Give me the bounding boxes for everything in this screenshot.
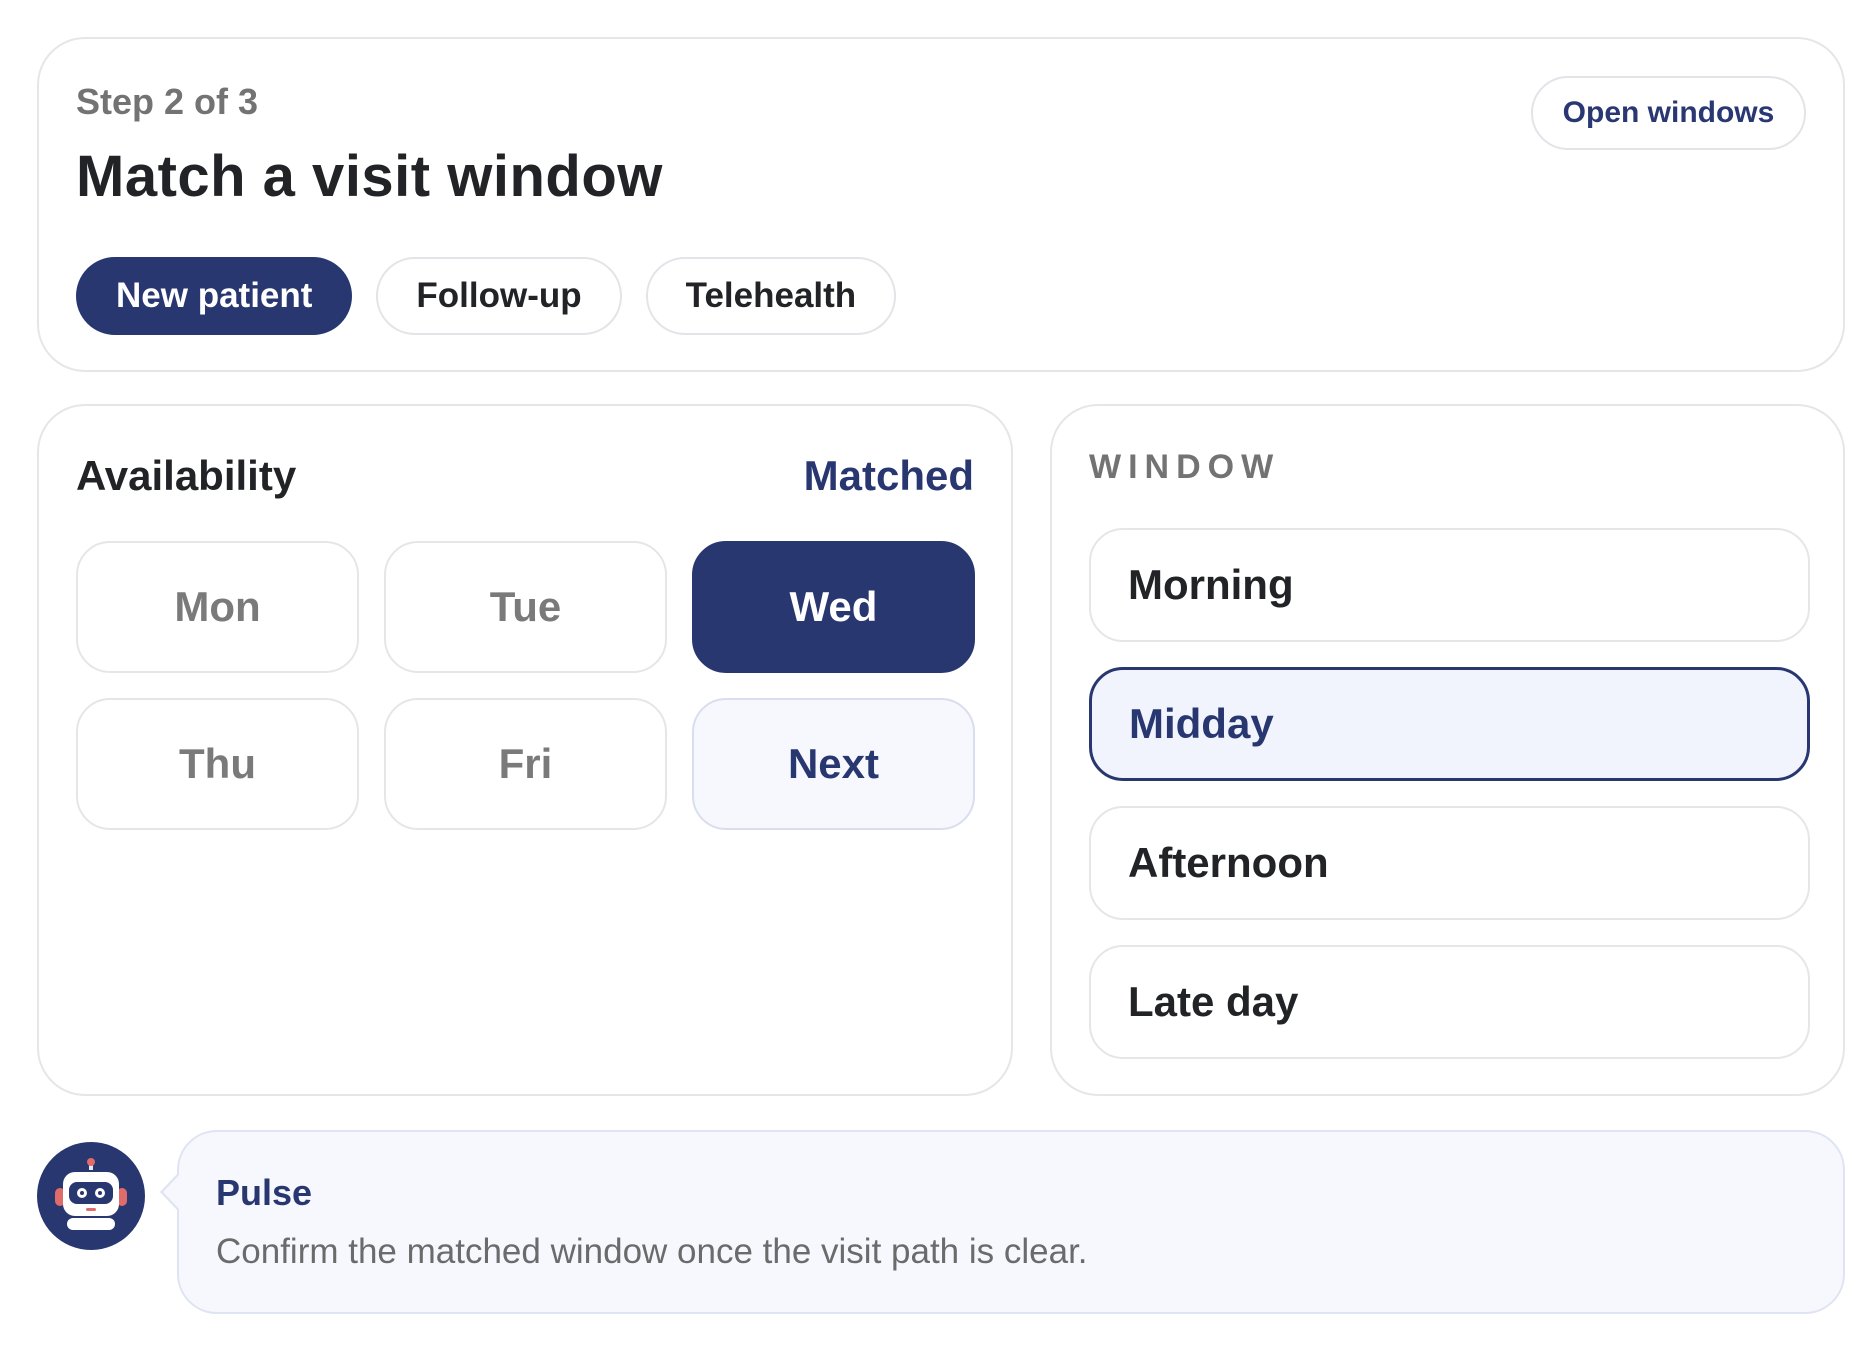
day-mon[interactable]: Mon <box>76 541 359 673</box>
day-tue[interactable]: Tue <box>384 541 667 673</box>
assistant-avatar <box>37 1142 145 1250</box>
visit-type-follow-up[interactable]: Follow-up <box>376 257 622 335</box>
day-next-button[interactable]: Next <box>692 698 975 830</box>
visit-type-new-patient[interactable]: New patient <box>76 257 353 335</box>
visit-type-telehealth[interactable]: Telehealth <box>645 257 897 335</box>
day-thu[interactable]: Thu <box>76 698 359 830</box>
window-list: Morning Midday Afternoon Late day <box>1089 528 1810 1059</box>
day-fri[interactable]: Fri <box>384 698 667 830</box>
window-option-midday[interactable]: Midday <box>1089 667 1810 781</box>
visit-type-tabs: New patient Follow-up Telehealth <box>76 257 897 335</box>
availability-title: Availability <box>76 452 297 499</box>
window-option-late-day[interactable]: Late day <box>1089 945 1810 1059</box>
day-grid: Mon Tue Wed Thu Fri Next <box>76 541 975 830</box>
window-option-afternoon[interactable]: Afternoon <box>1089 806 1810 920</box>
assistant-message: Confirm the matched window once the visi… <box>216 1232 1088 1271</box>
assistant-message-bubble: Pulse Confirm the matched window once th… <box>177 1130 1845 1314</box>
window-card: WINDOW Morning Midday Afternoon Late day <box>1050 404 1845 1096</box>
page-title: Match a visit window <box>76 144 663 209</box>
header-card: Step 2 of 3 Match a visit window Open wi… <box>37 37 1845 372</box>
robot-icon <box>55 1158 127 1230</box>
window-heading: WINDOW <box>1089 448 1281 486</box>
bubble-tail-inner <box>163 1174 180 1210</box>
day-wed[interactable]: Wed <box>692 541 975 673</box>
availability-card: Availability Matched Mon Tue Wed Thu Fri… <box>37 404 1013 1096</box>
step-indicator: Step 2 of 3 <box>76 81 259 122</box>
match-status: Matched <box>803 452 974 499</box>
window-option-morning[interactable]: Morning <box>1089 528 1810 642</box>
assistant-name: Pulse <box>216 1172 313 1213</box>
open-windows-button[interactable]: Open windows <box>1531 76 1806 150</box>
